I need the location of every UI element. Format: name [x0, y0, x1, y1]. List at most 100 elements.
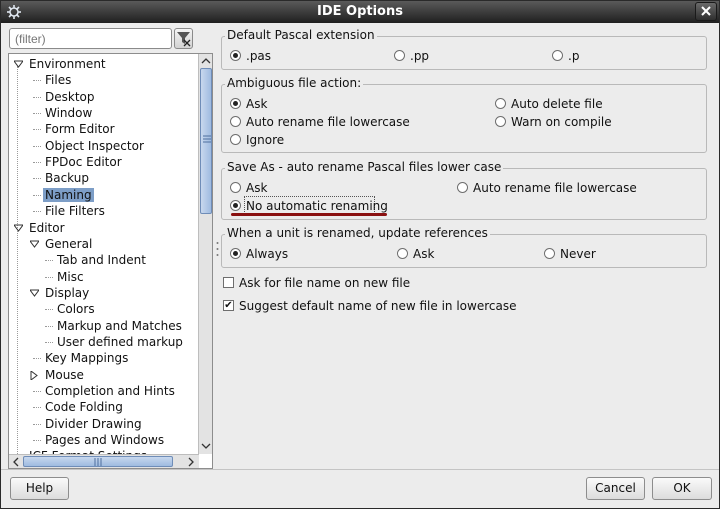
tree-item-label: Pages and Windows [45, 433, 165, 448]
window-close-button[interactable] [695, 2, 717, 21]
radio-indicator[interactable] [230, 248, 241, 259]
panel-splitter[interactable] [216, 31, 219, 467]
tree-guide-line [33, 391, 41, 392]
tree-item-label: Misc [57, 269, 84, 284]
tree-guide-line [33, 440, 41, 442]
tree-item[interactable]: FPDoc Editor [43, 154, 124, 170]
tree-item-label: Display [45, 285, 90, 300]
tree-item[interactable]: Files [43, 72, 73, 88]
radio-indicator[interactable] [230, 116, 241, 127]
options-tree[interactable]: Environment Files Desktop Window Form Editor… [8, 53, 213, 469]
tree-item[interactable]: Divider Drawing [43, 416, 144, 432]
tree-item[interactable]: Tab and Indent [55, 252, 148, 268]
radio-label: Warn on compile [511, 115, 612, 129]
tree-item-label: Desktop [45, 89, 95, 104]
group-title: When a unit is renamed, update reference… [225, 226, 490, 240]
radio-label: Never [560, 247, 596, 261]
tree-item[interactable]: Form Editor [43, 121, 117, 137]
clear-filter-button[interactable] [174, 28, 193, 49]
tree-horizontal-scrollbar[interactable] [9, 454, 199, 468]
tree-item[interactable]: Environment [27, 56, 108, 72]
tree-guide-line [33, 129, 41, 131]
annotation-underline [231, 213, 387, 216]
radio-indicator[interactable] [230, 50, 241, 61]
tree-guide-line [45, 260, 53, 262]
tree-item[interactable]: Backup [43, 170, 91, 186]
footer-separator [1, 469, 719, 470]
ambiguous-file-action-group: Ambiguous file action: Ask Auto delete f… [221, 76, 707, 153]
tree-guide-line [45, 325, 53, 327]
tree-item-label: Key Mappings [45, 351, 129, 366]
tree-item[interactable]: Markup and Matches [55, 318, 184, 334]
tree-item[interactable]: Window [43, 105, 94, 121]
tree-item[interactable]: Code Folding [43, 399, 125, 415]
tree-item-label: Backup [45, 171, 89, 186]
tree-item[interactable]: Pages and Windows [43, 432, 166, 448]
tree-item[interactable]: Object Inspector [43, 138, 146, 154]
radio-indicator[interactable] [230, 200, 241, 211]
checkbox-indicator[interactable] [223, 277, 234, 288]
scroll-up-arrow-icon[interactable] [200, 55, 212, 67]
tree-guide-line [33, 358, 41, 360]
tree-item[interactable]: Desktop [43, 89, 97, 105]
filter-input[interactable] [9, 28, 172, 49]
tree-guide-line [45, 309, 53, 311]
radio-indicator[interactable] [544, 248, 555, 259]
tree-item[interactable]: Completion and Hints [43, 383, 177, 399]
tree-vertical-scroll-thumb[interactable] [200, 68, 212, 214]
tree-item-label: Naming [43, 187, 94, 202]
tree-expanded-arrow-icon[interactable] [14, 60, 23, 69]
radio-indicator[interactable] [457, 182, 468, 193]
group-title: Save As - auto rename Pascal files lower… [225, 160, 504, 174]
tree-guide-line [33, 194, 41, 196]
tree-item[interactable]: File Filters [43, 203, 107, 219]
funnel-filter-icon [177, 32, 191, 47]
radio-indicator[interactable] [495, 116, 506, 127]
cancel-button[interactable]: Cancel [586, 477, 645, 500]
scroll-down-arrow-icon[interactable] [200, 440, 212, 452]
tree-item[interactable]: Key Mappings [43, 350, 130, 366]
tree-item-label: General [45, 236, 93, 251]
title-bar[interactable]: IDE Options [1, 1, 719, 23]
tree-expanded-arrow-icon[interactable] [30, 240, 39, 249]
default-pascal-extension-group: Default Pascal extension .pas .pp .p [221, 28, 707, 70]
scroll-right-arrow-icon[interactable] [185, 456, 197, 468]
tree-item[interactable]: Mouse [43, 367, 86, 383]
tree-expanded-arrow-icon[interactable] [30, 289, 39, 298]
tree-item[interactable]: Editor [27, 220, 67, 236]
tree-guide-line [33, 145, 41, 147]
radio-indicator[interactable] [394, 50, 405, 61]
tree-item-label: Completion and Hints [45, 384, 175, 398]
tree-item[interactable]: Misc [55, 269, 86, 285]
radio-label: Ask [246, 97, 268, 111]
checkbox-indicator[interactable]: ✔ [223, 300, 234, 311]
radio-label: .pas [246, 49, 272, 63]
help-button[interactable]: Help [10, 477, 69, 500]
tree-item-label: Files [45, 73, 72, 88]
tree-item-label: Form Editor [45, 122, 115, 137]
radio-indicator[interactable] [230, 182, 241, 193]
group-title: Default Pascal extension [225, 28, 377, 42]
radio-indicator[interactable] [230, 98, 241, 109]
tree-collapsed-arrow-icon[interactable] [30, 370, 39, 380]
tree-expanded-arrow-icon[interactable] [14, 224, 23, 233]
tree-horizontal-scroll-thumb[interactable] [23, 456, 173, 467]
radio-indicator[interactable] [397, 248, 408, 259]
tree-item[interactable]: Colors [55, 301, 97, 317]
scroll-left-arrow-icon[interactable] [10, 456, 22, 468]
radio-indicator[interactable] [230, 134, 241, 145]
tree-item-label: Code Folding [45, 400, 123, 415]
radio-indicator[interactable] [552, 50, 563, 61]
ok-button[interactable]: OK [652, 477, 712, 500]
radio-indicator[interactable] [495, 98, 506, 109]
tree-item[interactable]: Display [43, 285, 91, 301]
radio-label: Auto rename file lowercase [246, 115, 410, 129]
tree-vertical-scrollbar[interactable] [198, 54, 212, 454]
grip-icon [203, 135, 211, 143]
window-title: IDE Options [317, 4, 403, 19]
tree-item[interactable]: General [43, 236, 94, 252]
tree-item[interactable]: Naming [43, 187, 94, 203]
group-title: Ambiguous file action: [225, 76, 364, 90]
tree-item[interactable]: User defined markup [55, 334, 185, 350]
tree-guide-line [33, 211, 41, 213]
